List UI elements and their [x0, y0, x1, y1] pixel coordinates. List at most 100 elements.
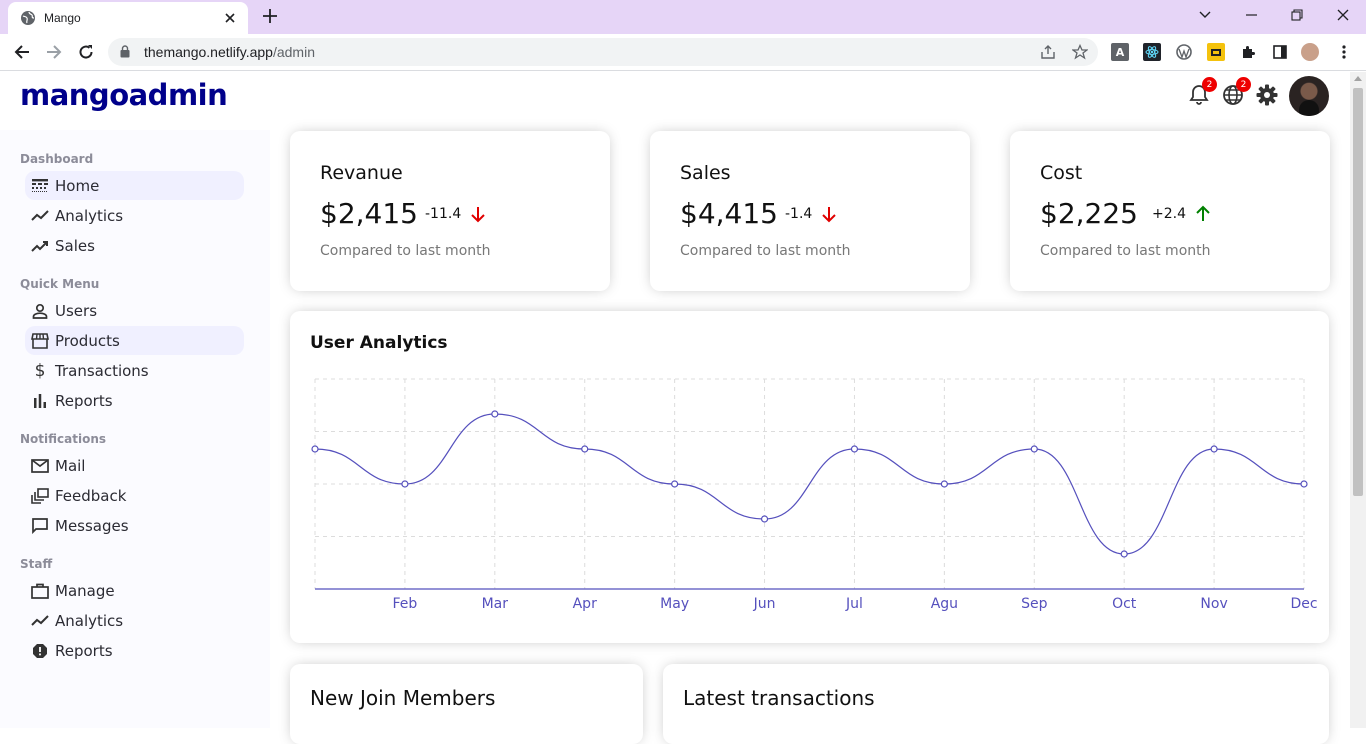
- url-text: themango.netlify.app/admin: [144, 44, 315, 60]
- x-tick-label: Dec: [1290, 596, 1317, 612]
- page-scrollbar[interactable]: [1350, 72, 1366, 728]
- sidebar-item-sales[interactable]: Sales: [25, 231, 244, 260]
- report-icon: [31, 642, 49, 660]
- x-tick-label: Oct: [1112, 596, 1137, 612]
- extension-a-icon[interactable]: A: [1111, 43, 1129, 61]
- featured-rate: +2.4: [1152, 205, 1212, 223]
- restore-icon[interactable]: [1274, 0, 1320, 30]
- more-menu-icon[interactable]: [1335, 43, 1353, 61]
- sidebar-item-label: Sales: [55, 236, 95, 255]
- new-members-widget: New Join Members: [290, 664, 643, 744]
- sidebar-item-messages[interactable]: Messages: [25, 511, 244, 540]
- new-tab-button[interactable]: [260, 6, 280, 26]
- bookmark-star-icon[interactable]: [1070, 42, 1090, 62]
- sidebar-section-title: Dashboard: [20, 152, 94, 166]
- sidebar-item-transactions[interactable]: $ Transactions: [25, 356, 244, 385]
- featured-money: $4,415: [680, 197, 778, 230]
- chat-bubble-icon: [31, 517, 49, 535]
- forward-arrow-icon[interactable]: [42, 40, 66, 64]
- sidebar-item-feedback[interactable]: Feedback: [25, 481, 244, 510]
- sidebar-item-users[interactable]: Users: [25, 296, 244, 325]
- settings-gear-icon[interactable]: [1254, 82, 1280, 108]
- url-path: /admin: [272, 44, 315, 60]
- sidebar-item-home[interactable]: Home: [25, 171, 244, 200]
- notifications-icon[interactable]: 2: [1186, 77, 1217, 108]
- featured-sub: Compared to last month: [1040, 243, 1211, 259]
- sidebar-item-label: Transactions: [55, 361, 149, 380]
- sidebar-item-label: Users: [55, 301, 98, 320]
- data-point: [1120, 550, 1128, 558]
- user-avatar[interactable]: [1289, 76, 1329, 116]
- notifications-badge: 2: [1202, 77, 1217, 92]
- dynamic-feed-icon: [31, 487, 49, 505]
- data-point: [1210, 445, 1218, 453]
- sidebar: Dashboard Home Analytics Sales Quick Men…: [0, 130, 270, 728]
- tab-title: Mango: [44, 11, 81, 25]
- tab-search-icon[interactable]: [1182, 0, 1228, 30]
- data-point: [940, 480, 948, 488]
- address-toolbar: themango.netlify.app/admin A: [0, 34, 1366, 71]
- sidebar-item-label: Home: [55, 176, 100, 195]
- lock-icon: [120, 43, 130, 62]
- data-point: [671, 480, 679, 488]
- back-arrow-icon[interactable]: [10, 40, 34, 64]
- x-tick-label: Agu: [931, 596, 958, 612]
- share-icon[interactable]: [1038, 42, 1058, 62]
- logo[interactable]: mangoadmin: [20, 78, 228, 112]
- data-point: [581, 445, 589, 453]
- reload-icon[interactable]: [74, 40, 98, 64]
- storefront-icon: [31, 332, 49, 350]
- minimize-icon[interactable]: [1228, 0, 1274, 30]
- sidebar-item-staff-reports[interactable]: Reports: [25, 636, 244, 665]
- close-tab-icon[interactable]: [222, 10, 238, 26]
- scroll-up-arrow-icon[interactable]: [1354, 76, 1362, 81]
- x-tick-label: Nov: [1200, 596, 1227, 612]
- data-point: [401, 480, 409, 488]
- featured-sub: Compared to last month: [680, 243, 851, 259]
- sidebar-item-label: Mail: [55, 456, 86, 475]
- x-tick-label: Jun: [753, 596, 776, 612]
- browser-tab-strip: Mango: [0, 0, 1366, 34]
- sidebar-item-analytics[interactable]: Analytics: [25, 201, 244, 230]
- topbar: mangoadmin 2 2: [0, 72, 1350, 130]
- react-devtools-icon[interactable]: [1143, 43, 1161, 61]
- dollar-icon: $: [34, 360, 46, 381]
- wordpress-icon[interactable]: [1175, 43, 1193, 61]
- line-style-icon: [31, 177, 49, 195]
- featured-sub: Compared to last month: [320, 243, 491, 259]
- sidebar-item-manage[interactable]: Manage: [25, 576, 244, 605]
- globe-icon: [20, 10, 36, 26]
- browser-tab[interactable]: Mango: [8, 2, 248, 34]
- folder-extension-icon[interactable]: [1207, 43, 1225, 61]
- sidebar-item-label: Messages: [55, 516, 129, 535]
- sidebar-item-label: Manage: [55, 581, 115, 600]
- sidebar-item-mail[interactable]: Mail: [25, 451, 244, 480]
- close-window-icon[interactable]: [1320, 0, 1366, 30]
- sidebar-item-label: Products: [55, 331, 120, 350]
- admin-app: mangoadmin 2 2 Dashboard Home Analytics …: [0, 72, 1350, 744]
- featured-card-revenue: Revanue $2,415 -11.4 Compared to last mo…: [290, 131, 610, 291]
- side-panel-icon[interactable]: [1271, 43, 1289, 61]
- widget-title: Latest transactions: [683, 686, 875, 710]
- puzzle-extensions-icon[interactable]: [1239, 43, 1257, 61]
- featured-title: Sales: [680, 162, 731, 184]
- featured-card-sales: Sales $4,415 -1.4 Compared to last month: [650, 131, 970, 291]
- x-tick-label: May: [660, 596, 689, 612]
- mail-outline-icon: [31, 457, 49, 475]
- trending-up-icon: [31, 237, 49, 255]
- language-icon[interactable]: 2: [1220, 77, 1251, 108]
- x-tick-label: Mar: [482, 596, 509, 612]
- sidebar-item-staff-analytics[interactable]: Analytics: [25, 606, 244, 635]
- language-badge: 2: [1236, 77, 1251, 92]
- latest-transactions-widget: Latest transactions: [663, 664, 1329, 744]
- profile-avatar-icon[interactable]: [1301, 43, 1319, 61]
- data-point: [1030, 445, 1038, 453]
- sidebar-item-reports[interactable]: Reports: [25, 386, 244, 415]
- url-bar[interactable]: themango.netlify.app/admin: [108, 38, 1098, 66]
- featured-title: Cost: [1040, 162, 1083, 184]
- work-outline-icon: [31, 582, 49, 600]
- sidebar-item-products[interactable]: Products: [25, 326, 244, 355]
- scrollbar-thumb[interactable]: [1353, 88, 1363, 496]
- featured-money: $2,225: [1040, 197, 1138, 230]
- featured-rate-value: -1.4: [785, 206, 813, 222]
